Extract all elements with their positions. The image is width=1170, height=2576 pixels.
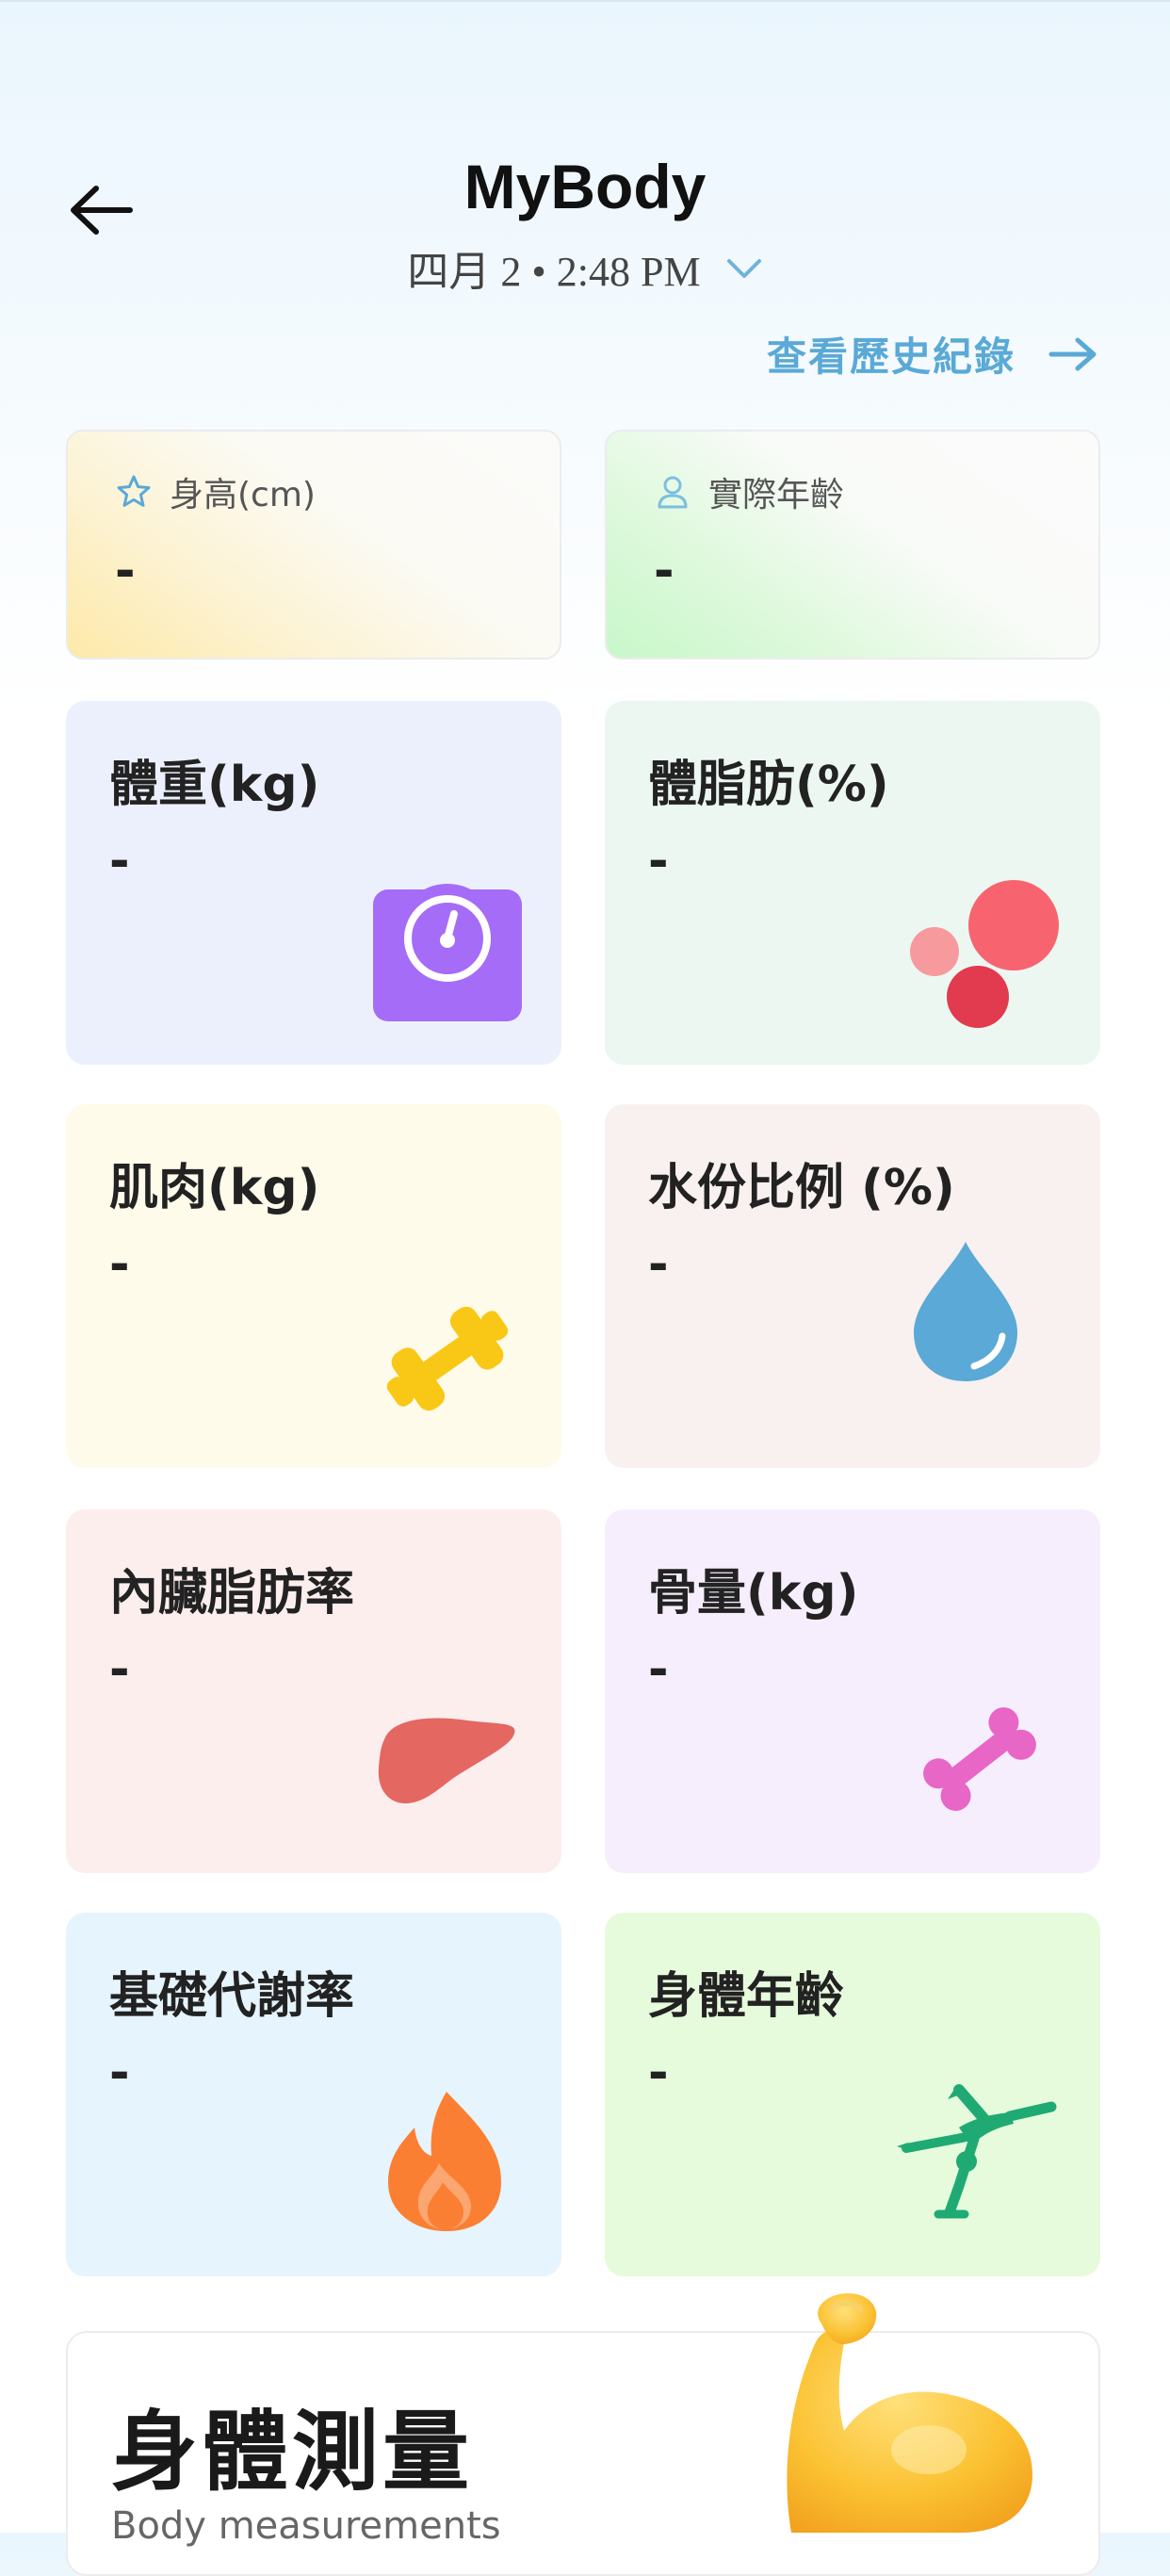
bone-mass-title: 骨量(kg) xyxy=(648,1565,859,1622)
bmr-card[interactable]: 基礎代謝率 - xyxy=(66,1913,561,2276)
bone-icon xyxy=(923,1707,1036,1811)
chevron-down-icon[interactable] xyxy=(725,253,763,282)
muscle-title: 肌肉(kg) xyxy=(109,1160,320,1216)
bmr-title: 基礎代謝率 xyxy=(109,1968,355,2025)
muscle-value: - xyxy=(109,1236,130,1293)
weight-title: 體重(kg) xyxy=(109,757,320,813)
actual-age-label: 實際年齡 xyxy=(708,476,845,514)
status-bar-divider xyxy=(0,0,1170,2)
page-title: MyBody xyxy=(463,152,707,221)
actual-age-value: - xyxy=(654,543,674,599)
liver-icon xyxy=(378,1718,515,1803)
height-card[interactable]: 身高(cm) - xyxy=(66,430,561,660)
date-selector[interactable]: 四月 2 • 2:48 PM xyxy=(0,237,1170,298)
cartwheel-icon xyxy=(897,2084,1057,2219)
arrow-right-icon xyxy=(1048,337,1097,370)
height-value: - xyxy=(115,543,136,599)
weight-value: - xyxy=(109,833,130,889)
bone-mass-value: - xyxy=(648,1641,669,1698)
star-icon xyxy=(117,475,151,507)
body-measurements-title: 身體測量 xyxy=(111,2402,474,2503)
visceral-fat-title: 內臟脂肪率 xyxy=(109,1565,355,1622)
visceral-fat-value: - xyxy=(109,1641,130,1698)
fat-cells-icon xyxy=(910,880,1059,1028)
actual-age-card[interactable]: 實際年齡 - xyxy=(605,430,1100,660)
scale-icon xyxy=(373,884,522,1021)
body-age-title: 身體年齡 xyxy=(648,1968,845,2025)
flame-icon xyxy=(388,2092,501,2231)
view-history-link[interactable]: 查看歷史紀錄 xyxy=(767,325,1098,383)
weight-card[interactable]: 體重(kg) - xyxy=(66,701,561,1065)
body-age-value: - xyxy=(648,2045,669,2101)
body-fat-card[interactable]: 體脂肪(%) - xyxy=(605,701,1100,1065)
bone-mass-card[interactable]: 骨量(kg) - xyxy=(605,1509,1100,1873)
body-fat-value: - xyxy=(648,833,669,889)
water-ratio-card[interactable]: 水份比例 (%) - xyxy=(605,1104,1100,1468)
person-icon xyxy=(658,476,688,509)
visceral-fat-card[interactable]: 內臟脂肪率 - xyxy=(66,1509,561,1873)
date-label: 四月 2 • 2:48 PM xyxy=(407,249,701,295)
water-drop-icon xyxy=(914,1242,1017,1381)
muscle-card[interactable]: 肌肉(kg) - xyxy=(66,1104,561,1468)
height-label: 身高(cm) xyxy=(170,476,316,514)
body-age-card[interactable]: 身體年齡 - xyxy=(605,1913,1100,2276)
bmr-value: - xyxy=(109,2045,130,2101)
dumbbell-icon xyxy=(386,1306,509,1411)
flexed-bicep-icon xyxy=(787,2293,1032,2533)
body-measurements-subtitle: Body measurements xyxy=(111,2504,501,2548)
body-fat-title: 體脂肪(%) xyxy=(648,757,889,813)
water-ratio-title: 水份比例 (%) xyxy=(648,1160,955,1216)
water-ratio-value: - xyxy=(648,1236,669,1293)
view-history-label: 查看歷史紀錄 xyxy=(766,334,1016,380)
